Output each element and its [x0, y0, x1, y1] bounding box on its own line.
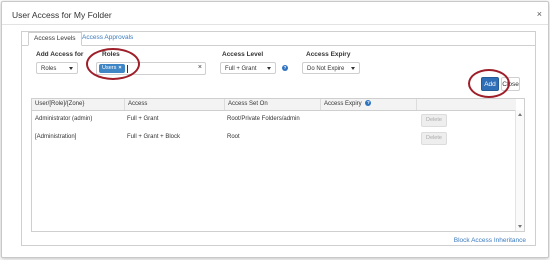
tab-access-approvals[interactable]: Access Approvals	[77, 32, 138, 44]
table-scrollbar[interactable]	[515, 110, 524, 231]
cell-user: [Administration]	[35, 134, 77, 140]
cell-access: Full + Grant + Block	[127, 134, 181, 140]
table-row: Administrator (admin) Full + Grant Root/…	[32, 111, 516, 128]
cell-access: Full + Grant	[127, 116, 159, 122]
add-access-for-label: Add Access for	[36, 51, 84, 58]
close-icon[interactable]: ×	[537, 9, 542, 19]
access-expiry-column-label: Access Expiry	[324, 101, 362, 107]
user-access-dialog: User Access for My Folder × Access Level…	[1, 1, 549, 258]
access-table: User/[Role]/{Zone} Access Access Set On …	[31, 98, 525, 232]
chevron-down-icon	[267, 67, 271, 70]
access-panel: Access Levels Access Approvals Add Acces…	[21, 31, 536, 246]
column-header-access-expiry[interactable]: Access Expiry ?	[320, 99, 416, 110]
cell-access-expiry	[320, 111, 416, 128]
scroll-down-icon[interactable]	[518, 225, 522, 228]
clear-roles-icon[interactable]: ×	[198, 64, 202, 71]
column-header-user[interactable]: User/[Role]/{Zone}	[32, 99, 124, 110]
help-icon[interactable]: ?	[365, 100, 372, 107]
table-header: User/[Role]/{Zone} Access Access Set On …	[32, 99, 516, 111]
tab-divider	[22, 45, 535, 46]
add-access-for-select[interactable]: Roles	[36, 62, 78, 74]
access-expiry-label: Access Expiry	[306, 51, 351, 58]
chevron-down-icon	[69, 67, 73, 70]
column-header-access[interactable]: Access	[124, 99, 224, 110]
column-header-actions	[416, 99, 518, 110]
help-icon[interactable]: ?	[282, 65, 288, 71]
delete-button[interactable]: Delete	[421, 132, 447, 145]
table-row: [Administration] Full + Grant + Block Ro…	[32, 129, 516, 146]
cell-access-set-on: Root	[227, 134, 240, 140]
roles-highlight-annotation	[86, 48, 140, 80]
cell-access-set-on: Root/Private Folders/admin	[227, 116, 300, 122]
access-level-select[interactable]: Full + Grant	[220, 62, 276, 74]
cell-access-expiry	[320, 129, 416, 146]
access-level-value: Full + Grant	[225, 66, 257, 72]
access-expiry-select[interactable]: Do Not Expire	[302, 62, 360, 74]
title-divider	[2, 24, 548, 25]
chevron-down-icon	[351, 67, 355, 70]
scroll-up-icon[interactable]	[518, 113, 522, 116]
access-level-label: Access Level	[222, 51, 264, 58]
add-access-for-value: Roles	[41, 66, 57, 72]
cell-user: Administrator (admin)	[35, 116, 93, 122]
access-expiry-value: Do Not Expire	[307, 66, 345, 72]
tab-access-levels[interactable]: Access Levels	[28, 32, 82, 46]
block-access-inheritance-link[interactable]: Block Access Inheritance	[454, 237, 526, 244]
column-header-access-set-on[interactable]: Access Set On	[224, 99, 320, 110]
dialog-title: User Access for My Folder	[12, 10, 112, 20]
add-highlight-annotation	[468, 69, 510, 98]
delete-button[interactable]: Delete	[421, 114, 447, 127]
